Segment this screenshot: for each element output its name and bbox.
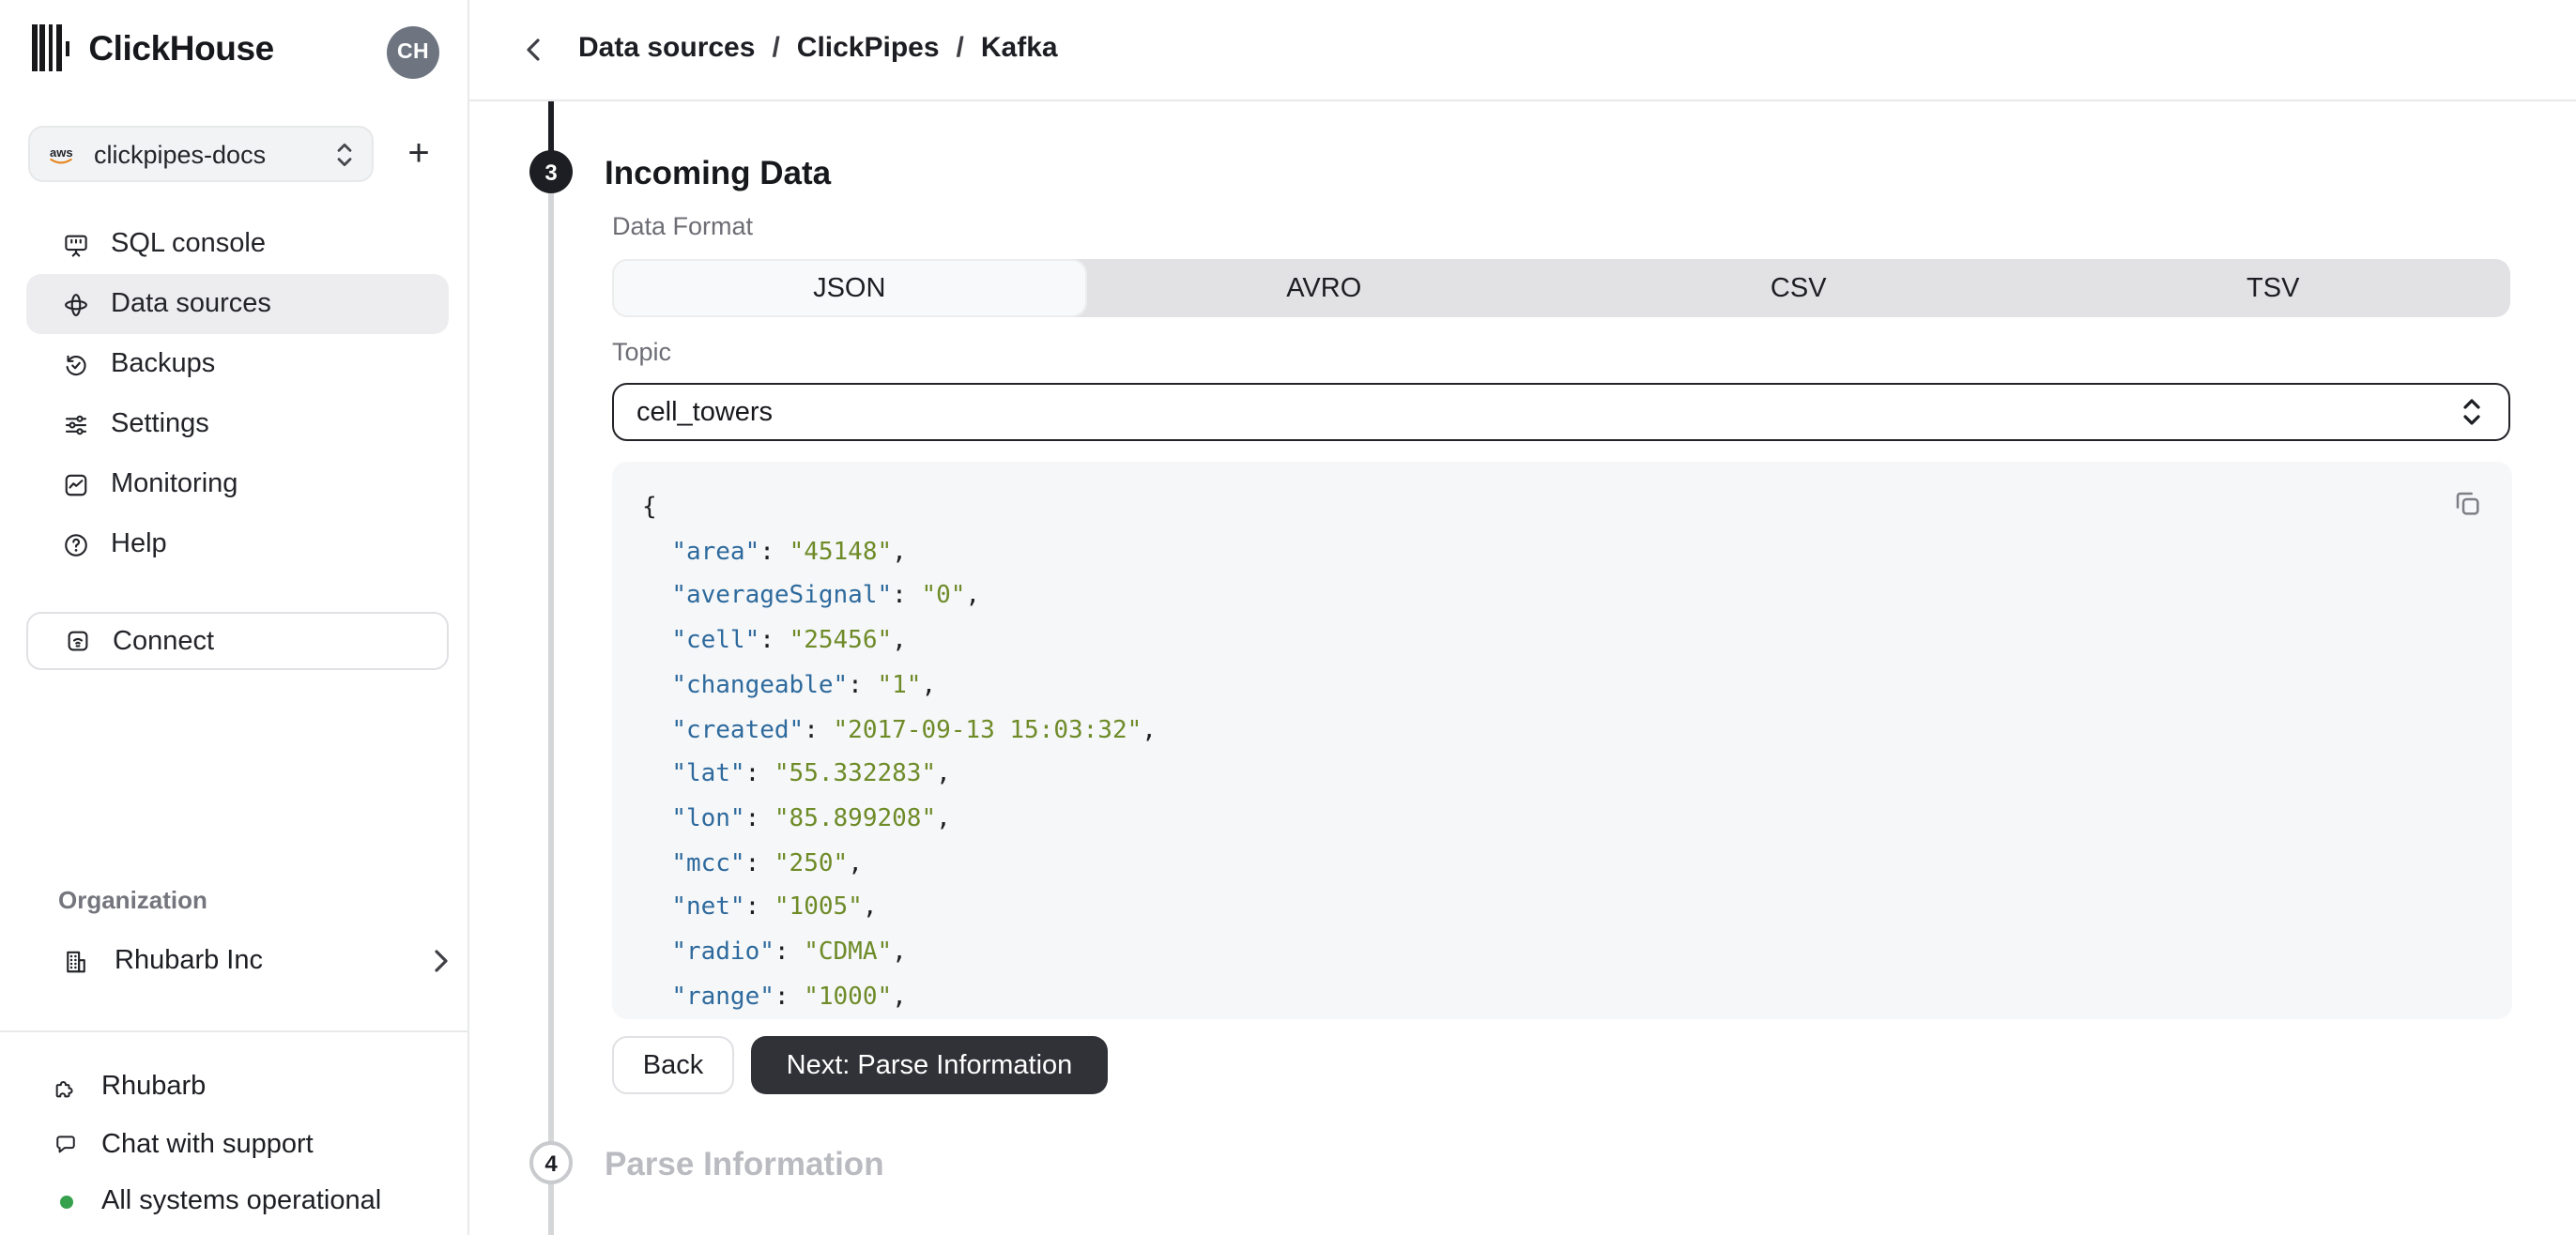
building-icon xyxy=(62,947,90,975)
org-section-label: Organization xyxy=(58,886,207,914)
json-sample: { "area": "45148", "averageSignal": "0",… xyxy=(642,486,2437,1019)
footer-item-label: All systems operational xyxy=(101,1186,382,1217)
code-line: "created": "2017-09-13 15:03:32", xyxy=(671,716,1157,745)
clickhouse-logo-icon xyxy=(32,24,70,71)
code-line: "mcc": "250", xyxy=(671,849,863,878)
sidebar-item-label: Help xyxy=(111,529,167,559)
sidebar-item-label: Monitoring xyxy=(111,469,238,499)
service-selector[interactable]: aws clickpipes-docs xyxy=(28,126,374,182)
step-3-title: Incoming Data xyxy=(605,154,832,191)
status-dot xyxy=(59,1195,72,1209)
aws-icon: aws xyxy=(49,144,75,164)
connect-label: Connect xyxy=(113,626,215,656)
breadcrumb-item-clickpipes[interactable]: ClickPipes xyxy=(797,32,940,64)
org-name: Rhubarb Inc xyxy=(115,946,263,976)
code-line: "net": "1005", xyxy=(671,893,878,922)
app-window: ClickHouse CH aws clickpipes-docs + SQL … xyxy=(0,0,2576,1235)
back-button[interactable]: Back xyxy=(612,1036,734,1094)
svg-text:aws: aws xyxy=(50,145,73,159)
org-switcher[interactable]: Rhubarb Inc xyxy=(26,931,449,991)
format-tab-json[interactable]: JSON xyxy=(612,259,1087,317)
footer-item-all-systems-operational[interactable]: All systems operational xyxy=(26,1173,449,1230)
backups-icon xyxy=(62,350,90,378)
step-4-title: Parse Information xyxy=(605,1145,884,1182)
code-line: "radio": "CDMA", xyxy=(671,938,907,968)
sidebar: ClickHouse CH aws clickpipes-docs + SQL … xyxy=(0,0,469,1235)
sidebar-nav: SQL console Data sources Backups Setting… xyxy=(26,214,449,574)
updown-chevron-icon xyxy=(336,142,353,166)
stepper-line-current xyxy=(548,101,554,152)
footer-item-rhubarb[interactable]: Rhubarb xyxy=(26,1059,449,1116)
topic-select-value: cell_towers xyxy=(636,397,774,427)
sidebar-item-settings[interactable]: Settings xyxy=(26,394,449,454)
sidebar-divider xyxy=(0,1030,469,1032)
topic-select[interactable]: cell_towers xyxy=(612,383,2510,441)
breadcrumb: Data sources / ClickPipes / Kafka xyxy=(578,32,1058,64)
breadcrumb-item-data-sources[interactable]: Data sources xyxy=(578,32,755,64)
format-tab-csv[interactable]: CSV xyxy=(1561,259,2036,317)
sidebar-item-label: Backups xyxy=(111,349,216,379)
puzzle-icon xyxy=(53,1074,79,1102)
add-service-button[interactable]: + xyxy=(394,130,443,178)
settings-icon xyxy=(62,410,90,438)
code-line: "cell": "25456", xyxy=(671,627,907,656)
app-logo[interactable]: ClickHouse xyxy=(32,24,274,71)
sidebar-item-data-sources[interactable]: Data sources xyxy=(26,274,449,334)
back-chevron-button[interactable] xyxy=(526,38,541,62)
sidebar-item-sql-console[interactable]: SQL console xyxy=(26,214,449,274)
sidebar-item-label: Settings xyxy=(111,409,209,439)
sidebar-item-monitoring[interactable]: Monitoring xyxy=(26,454,449,514)
sql-console-icon xyxy=(62,230,90,258)
topbar: Data sources / ClickPipes / Kafka xyxy=(469,0,2576,101)
sidebar-item-label: SQL console xyxy=(111,229,266,259)
code-line: "area": "45148", xyxy=(671,538,907,567)
step-3-badge: 3 xyxy=(529,150,573,193)
sidebar-item-label: Data sources xyxy=(111,289,271,319)
copy-button[interactable] xyxy=(2450,486,2484,520)
step-4-badge: 4 xyxy=(529,1141,573,1184)
status-dot xyxy=(53,1195,79,1209)
help-icon xyxy=(62,530,90,558)
stepper-line xyxy=(548,101,554,1235)
data-format-tabs: JSON AVRO CSV TSV xyxy=(612,259,2510,317)
code-line: { xyxy=(642,494,657,522)
message-preview-block: { "area": "45148", "averageSignal": "0",… xyxy=(612,462,2512,1019)
sidebar-item-backups[interactable]: Backups xyxy=(26,334,449,394)
breadcrumb-item-kafka[interactable]: Kafka xyxy=(981,32,1058,64)
updown-chevron-icon xyxy=(2461,398,2482,426)
next-parse-information-button[interactable]: Next: Parse Information xyxy=(751,1036,1108,1094)
breadcrumb-separator: / xyxy=(956,32,964,64)
data-sources-icon xyxy=(62,290,90,318)
format-tab-avro[interactable]: AVRO xyxy=(1087,259,1562,317)
chevron-right-icon xyxy=(434,950,449,972)
code-line: "lat": "55.332283", xyxy=(671,760,951,789)
footer-item-label: Rhubarb xyxy=(101,1072,207,1103)
code-line: "averageSignal": "0", xyxy=(671,582,981,611)
footer-item-label: Chat with support xyxy=(101,1129,314,1160)
breadcrumb-separator: / xyxy=(772,32,780,64)
sidebar-footer: Rhubarb Chat with support All systems op… xyxy=(26,1059,449,1230)
code-line: "changeable": "1", xyxy=(671,671,937,700)
app-title: ClickHouse xyxy=(88,27,274,67)
format-tab-tsv[interactable]: TSV xyxy=(2036,259,2511,317)
data-format-label: Data Format xyxy=(612,212,754,240)
chat-icon xyxy=(53,1131,79,1159)
topic-label: Topic xyxy=(612,338,672,366)
code-line: "lon": "85.899208", xyxy=(671,804,951,833)
service-selector-value: clickpipes-docs xyxy=(94,140,267,168)
connect-button[interactable]: Connect xyxy=(26,612,449,670)
avatar[interactable]: CH xyxy=(387,26,439,79)
code-line: "range": "1000", xyxy=(671,983,907,1012)
footer-item-chat-with-support[interactable]: Chat with support xyxy=(26,1116,449,1173)
connect-icon xyxy=(64,627,92,655)
monitoring-icon xyxy=(62,470,90,498)
sidebar-item-help[interactable]: Help xyxy=(26,514,449,574)
